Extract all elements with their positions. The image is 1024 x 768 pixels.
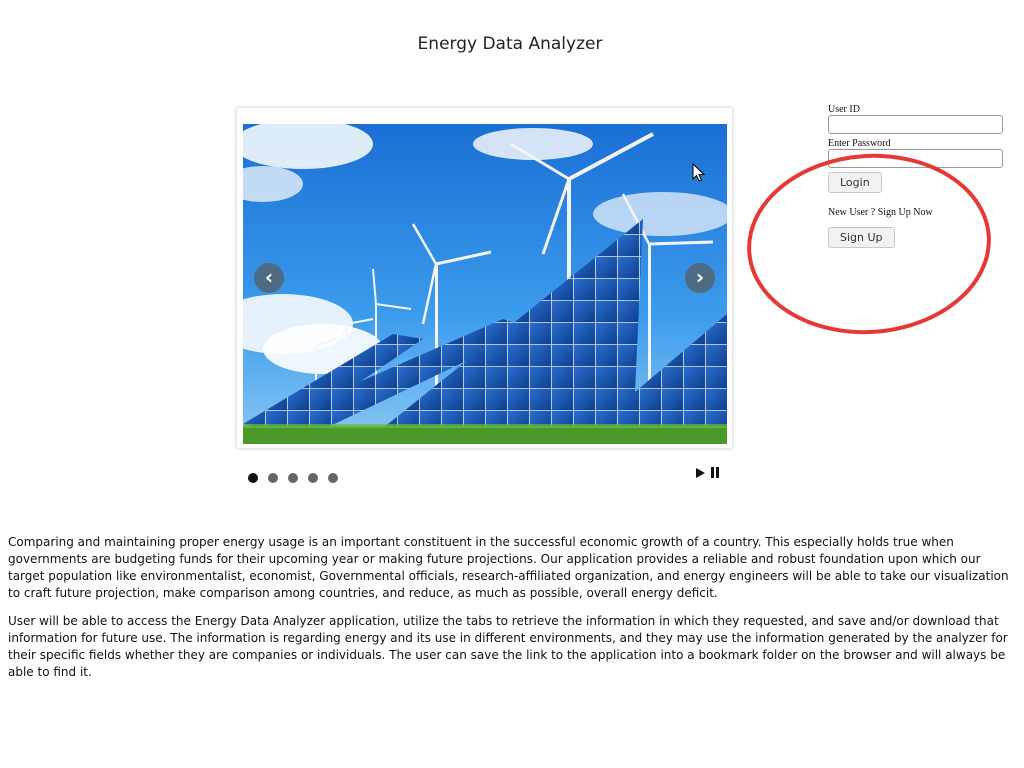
login-form: User ID Enter Password Login New User ? …	[828, 104, 1003, 248]
sign-up-button[interactable]: Sign Up	[828, 227, 895, 248]
carousel-dot-2[interactable]	[268, 473, 278, 483]
carousel-dot-3[interactable]	[288, 473, 298, 483]
chevron-left-icon: ‹	[264, 265, 274, 289]
carousel-pagination	[248, 468, 348, 487]
user-id-label: User ID	[828, 104, 860, 115]
pause-icon	[711, 467, 720, 478]
chevron-right-icon: ›	[695, 265, 705, 289]
login-button[interactable]: Login	[828, 172, 882, 193]
signup-prompt: New User ? Sign Up Now	[828, 207, 933, 218]
carousel-prev-button[interactable]: ‹	[254, 263, 284, 293]
mouse-cursor-icon	[692, 163, 706, 182]
user-id-input[interactable]	[828, 115, 1003, 134]
carousel-dot-4[interactable]	[308, 473, 318, 483]
play-button[interactable]	[696, 466, 705, 480]
solar-wind-photo	[243, 124, 727, 444]
description-paragraph-2: User will be able to access the Energy D…	[8, 614, 1008, 679]
carousel-slide-image[interactable]	[243, 124, 727, 444]
pause-button[interactable]	[705, 466, 720, 480]
carousel-dot-1[interactable]	[248, 473, 258, 483]
play-icon	[696, 468, 705, 478]
carousel-playback-controls	[696, 466, 720, 480]
description-paragraph-1: Comparing and maintaining proper energy …	[8, 535, 1009, 600]
password-input[interactable]	[828, 149, 1003, 168]
page-title: Energy Data Analyzer	[417, 34, 603, 54]
carousel-dot-5[interactable]	[328, 473, 338, 483]
description: Comparing and maintaining proper energy …	[8, 534, 1018, 692]
carousel-next-button[interactable]: ›	[685, 263, 715, 293]
password-label: Enter Password	[828, 138, 891, 149]
image-carousel: ‹ ›	[237, 108, 732, 448]
